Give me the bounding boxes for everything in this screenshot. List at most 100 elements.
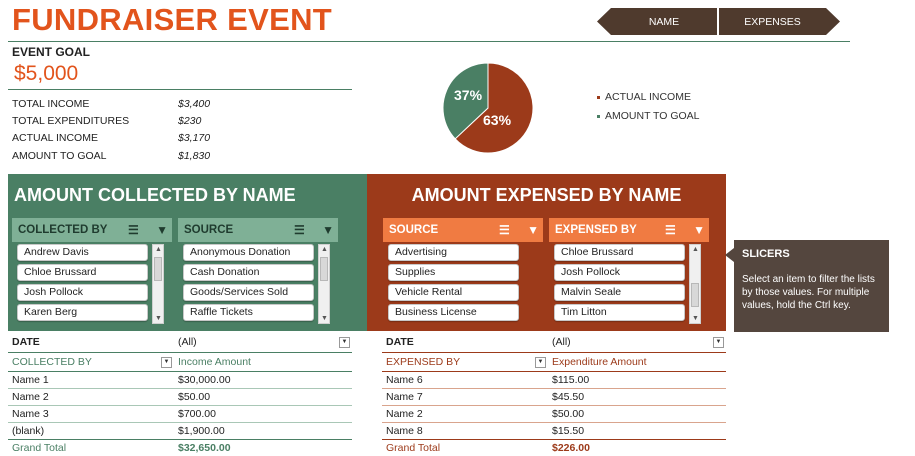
table-row-name: Name 1 <box>12 374 49 386</box>
clear-filter-icon[interactable]: ▼ <box>322 223 334 237</box>
slicer-item[interactable]: Malvin Seale <box>554 284 685 301</box>
navigation-bar: NAME EXPENSES <box>597 8 840 35</box>
scroll-up-icon[interactable]: ▲ <box>154 245 163 254</box>
event-goal-value: $5,000 <box>14 62 79 85</box>
clear-filter-icon[interactable]: ▼ <box>693 223 705 237</box>
summary-value: $230 <box>178 115 202 127</box>
slicer-item[interactable]: Josh Pollock <box>17 284 148 301</box>
slicer-header-label: COLLECTED BY <box>18 224 108 236</box>
scroll-down-icon[interactable]: ▼ <box>320 314 329 323</box>
slicer-header: SOURCE ☰ ▼ <box>383 218 543 242</box>
slicer-scrollbar[interactable]: ▲ ▼ <box>152 244 164 324</box>
multi-select-icon[interactable]: ☰ <box>128 223 139 237</box>
row-divider <box>382 422 726 423</box>
table-row-amount: $115.00 <box>552 374 590 386</box>
table-row-name: Name 8 <box>386 425 423 437</box>
slicer-scrollbar[interactable]: ▲ ▼ <box>318 244 330 324</box>
table-row-amount: $30,000.00 <box>178 374 231 386</box>
goal-pie-chart <box>442 62 534 154</box>
summary-value: $3,400 <box>178 98 211 110</box>
slicer-item[interactable]: Advertising <box>388 244 519 261</box>
scroll-up-icon[interactable]: ▲ <box>691 245 700 254</box>
multi-select-icon[interactable]: ☰ <box>294 223 305 237</box>
event-goal-label: EVENT GOAL <box>12 45 91 59</box>
table-row-name: Name 3 <box>12 408 49 420</box>
row-divider <box>8 388 352 389</box>
grand-total-value: $32,650.00 <box>178 442 231 454</box>
filter-value: (All) <box>552 336 571 348</box>
row-filter-dropdown-icon[interactable]: ▼ <box>535 357 546 368</box>
summary-row: ACTUAL INCOME $3,170 <box>12 132 232 146</box>
table-row-amount: $700.00 <box>178 408 216 420</box>
grand-total-value: $226.00 <box>552 442 590 454</box>
clear-filter-icon[interactable]: ▼ <box>156 223 168 237</box>
total-divider <box>382 439 726 440</box>
slicer-header-label: SOURCE <box>389 224 439 236</box>
slicer-item[interactable]: Andrew Davis <box>17 244 148 261</box>
scroll-down-icon[interactable]: ▼ <box>154 314 163 323</box>
row-header: COLLECTED BY <box>12 356 92 368</box>
slicer-item[interactable]: Vehicle Rental <box>388 284 519 301</box>
legend-item-amount-to-goal: AMOUNT TO GOAL <box>597 110 700 122</box>
slicer-item[interactable]: Raffle Tickets <box>183 304 314 321</box>
grand-total-label: Grand Total <box>386 442 441 454</box>
nav-name-button[interactable]: NAME <box>597 8 717 35</box>
slicer-item[interactable]: Chloe Brussard <box>554 244 685 261</box>
filter-dropdown-icon[interactable]: ▼ <box>713 337 724 348</box>
legend-item-actual-income: ACTUAL INCOME <box>597 91 691 103</box>
table-row-amount: $1,900.00 <box>178 425 225 437</box>
slicer-item[interactable]: Business License <box>388 304 519 321</box>
scroll-thumb[interactable] <box>691 283 699 307</box>
row-divider <box>8 422 352 423</box>
slicer-item[interactable]: Anonymous Donation <box>183 244 314 261</box>
pivot-divider <box>8 352 352 353</box>
grand-total-label: Grand Total <box>12 442 67 454</box>
slicer-item[interactable]: Supplies <box>388 264 519 281</box>
slicer-list: Anonymous Donation Cash Donation Goods/S… <box>178 244 338 326</box>
table-row-amount: $50.00 <box>552 408 585 420</box>
summary-label: AMOUNT TO GOAL <box>12 150 107 162</box>
summary-row: TOTAL INCOME $3,400 <box>12 98 232 112</box>
title-divider <box>8 41 850 42</box>
table-row-name: (blank) <box>12 425 45 437</box>
scroll-down-icon[interactable]: ▼ <box>691 314 700 323</box>
nav-expenses-button[interactable]: EXPENSES <box>719 8 840 35</box>
clear-filter-icon[interactable]: ▼ <box>527 223 539 237</box>
slicer-item[interactable]: Karen Berg <box>17 304 148 321</box>
scroll-thumb[interactable] <box>154 257 162 281</box>
collected-panel-title: AMOUNT COLLECTED BY NAME <box>14 185 296 205</box>
pie-label-actual-income: 63% <box>483 112 512 128</box>
pivot-divider <box>382 371 726 372</box>
slicer-header-label: EXPENSED BY <box>555 224 637 236</box>
pivot-divider <box>382 352 726 353</box>
multi-select-icon[interactable]: ☰ <box>499 223 510 237</box>
table-row-name: Name 2 <box>386 408 423 420</box>
slicer-item[interactable]: Cash Donation <box>183 264 314 281</box>
table-row-name: Name 6 <box>386 374 423 386</box>
legend-label: ACTUAL INCOME <box>605 91 691 103</box>
slicer-item[interactable]: Goods/Services Sold <box>183 284 314 301</box>
row-header: EXPENSED BY <box>386 356 461 368</box>
value-header: Expenditure Amount <box>552 356 647 368</box>
table-row-amount: $15.50 <box>552 425 585 437</box>
slicer-item[interactable]: Tim Litton <box>554 304 685 321</box>
filter-dropdown-icon[interactable]: ▼ <box>339 337 350 348</box>
slicer-scrollbar[interactable]: ▲ ▼ <box>689 244 701 324</box>
slicer-expensed-by: EXPENSED BY ☰ ▼ Chloe Brussard Josh Pollo… <box>549 218 709 326</box>
expensed-panel-title: AMOUNT EXPENSED BY NAME <box>411 185 682 205</box>
summary-value: $3,170 <box>178 132 211 144</box>
pie-label-amount-to-goal: 37% <box>454 87 483 103</box>
scroll-thumb[interactable] <box>320 257 328 281</box>
table-row-amount: $45.50 <box>552 391 585 403</box>
slicer-item[interactable]: Chloe Brussard <box>17 264 148 281</box>
slicer-item[interactable]: Josh Pollock <box>554 264 685 281</box>
legend-label: AMOUNT TO GOAL <box>605 110 700 122</box>
row-divider <box>382 405 726 406</box>
table-row-amount: $50.00 <box>178 391 211 403</box>
scroll-up-icon[interactable]: ▲ <box>320 245 329 254</box>
slicer-list: Andrew Davis Chloe Brussard Josh Pollock… <box>12 244 172 326</box>
slicer-list: Advertising Supplies Vehicle Rental Busi… <box>383 244 543 326</box>
summary-value: $1,830 <box>178 150 211 162</box>
multi-select-icon[interactable]: ☰ <box>665 223 676 237</box>
row-filter-dropdown-icon[interactable]: ▼ <box>161 357 172 368</box>
